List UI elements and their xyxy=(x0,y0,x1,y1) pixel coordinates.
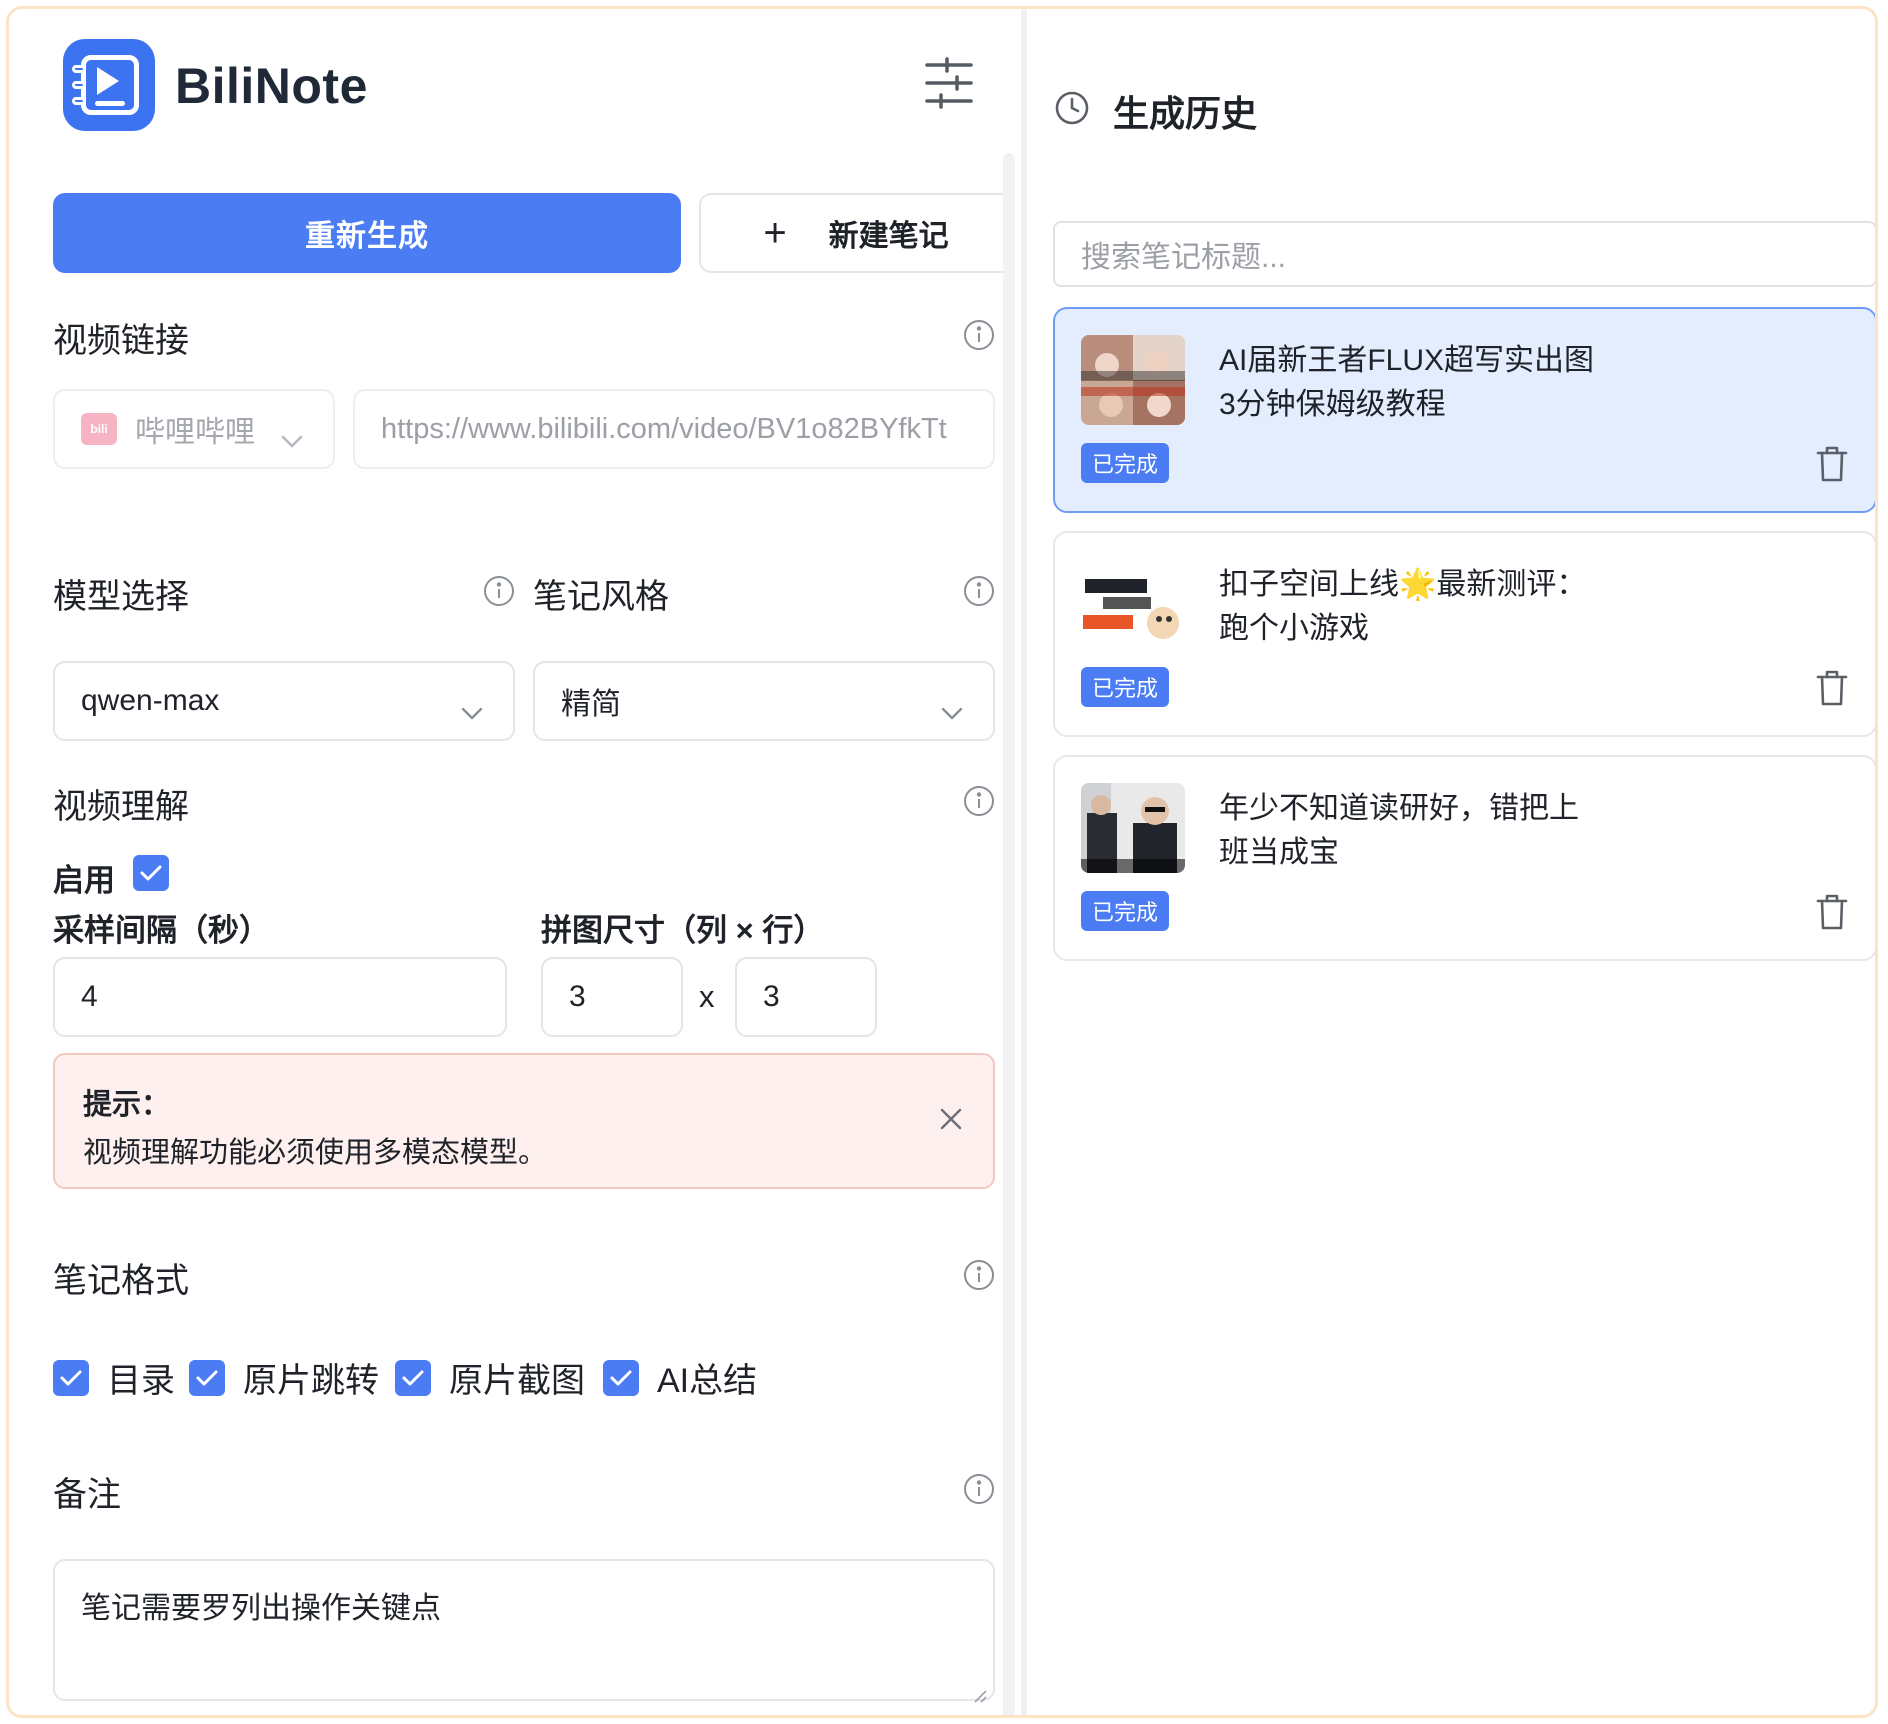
enable-label: 启用 xyxy=(53,863,115,898)
format-option-label: 原片截图 xyxy=(449,1362,585,1400)
interval-input[interactable]: 4 xyxy=(53,957,507,1037)
format-option-label: 目录 xyxy=(107,1362,175,1400)
history-search-input[interactable]: 搜索笔记标题... xyxy=(1053,221,1875,287)
multimodal-hint-alert: 提示： 视频理解功能必须使用多模态模型。 xyxy=(53,1053,995,1189)
grid-rows-input[interactable]: 3 xyxy=(735,957,877,1037)
chevron-down-icon xyxy=(281,423,303,448)
status-badge: 已完成 xyxy=(1081,667,1169,707)
info-icon[interactable] xyxy=(963,319,995,351)
remark-value: 笔记需要罗列出操作关键点 xyxy=(81,1592,441,1625)
clock-icon xyxy=(1053,89,1091,127)
history-card-title: AI届新王者FLUX超写实出图 3分钟保姆级教程 xyxy=(1219,344,1595,421)
note-style-title: 笔记风格 xyxy=(533,578,669,616)
info-icon[interactable] xyxy=(483,575,515,607)
alert-message: 视频理解功能必须使用多模态模型。 xyxy=(83,1137,548,1169)
video-link-title: 视频链接 xyxy=(53,322,189,360)
status-badge: 已完成 xyxy=(1081,891,1169,931)
history-card[interactable]: 年少不知道读研好，错把上 班当成宝 已完成 xyxy=(1053,755,1875,961)
interval-label: 采样间隔（秒） xyxy=(53,913,270,948)
regenerate-button[interactable]: 重新生成 xyxy=(53,193,681,273)
bilibili-icon: bili xyxy=(81,413,117,445)
history-panel: 生成历史 搜索笔记标题... AI届新王者FLUX超写实出图 3分钟保姆级教程 … xyxy=(1027,9,1875,1715)
video-url-input[interactable]: https://www.bilibili.com/video/BV1o82BYf… xyxy=(353,389,995,469)
note-form-panel: BiliNote 重新生成 + 新建笔记 视频链接 bili 哔哩哔哩 http… xyxy=(9,9,1021,1715)
model-value: qwen-max xyxy=(81,684,220,717)
history-title: 生成历史 xyxy=(1113,93,1258,134)
format-option-toc[interactable]: 目录 xyxy=(53,1353,175,1402)
chevron-down-icon xyxy=(941,695,963,720)
format-option-jump[interactable]: 原片跳转 xyxy=(189,1353,379,1402)
platform-select[interactable]: bili 哔哩哔哩 xyxy=(53,389,335,469)
video-thumbnail xyxy=(1081,335,1185,425)
new-note-label: 新建笔记 xyxy=(828,220,949,253)
format-option-label: 原片跳转 xyxy=(243,1362,379,1400)
scrollbar[interactable] xyxy=(1003,153,1015,1715)
chevron-down-icon xyxy=(461,695,483,720)
grid-size-label: 拼图尺寸（列 × 行） xyxy=(541,913,825,948)
history-card-title: 年少不知道读研好，错把上 班当成宝 xyxy=(1219,792,1579,869)
checkbox-checked-icon[interactable] xyxy=(53,1359,89,1396)
video-thumbnail xyxy=(1081,783,1185,873)
info-icon[interactable] xyxy=(963,1473,995,1505)
alert-title: 提示： xyxy=(83,1089,171,1121)
checkbox-checked-icon[interactable] xyxy=(603,1359,639,1396)
model-select-title: 模型选择 xyxy=(53,578,189,616)
history-card-title: 扣子空间上线🌟最新测评： 跑个小游戏 xyxy=(1219,568,1587,645)
note-format-title: 笔记格式 xyxy=(53,1262,189,1300)
brand-name: BiliNote xyxy=(175,58,368,114)
trash-icon[interactable] xyxy=(1815,445,1849,483)
new-note-button[interactable]: + 新建笔记 xyxy=(699,193,1013,273)
history-card[interactable]: AI届新王者FLUX超写实出图 3分钟保姆级教程 已完成 xyxy=(1053,307,1875,513)
checkbox-checked-icon[interactable] xyxy=(189,1359,225,1396)
format-option-screenshot[interactable]: 原片截图 xyxy=(395,1353,585,1402)
history-card[interactable]: 扣子空间上线🌟最新测评： 跑个小游戏 已完成 xyxy=(1053,531,1875,737)
remark-title: 备注 xyxy=(53,1476,121,1514)
close-icon[interactable] xyxy=(937,1105,965,1133)
platform-value: 哔哩哔哩 xyxy=(135,416,255,449)
model-select[interactable]: qwen-max xyxy=(53,661,515,741)
format-option-ai-summary[interactable]: AI总结 xyxy=(603,1353,757,1402)
grid-cols-input[interactable]: 3 xyxy=(541,957,683,1037)
video-thumbnail xyxy=(1081,559,1185,649)
settings-sliders-icon[interactable] xyxy=(921,55,977,111)
remark-textarea[interactable]: 笔记需要罗列出操作关键点 xyxy=(53,1559,995,1703)
bilinote-logo xyxy=(63,39,155,131)
status-badge: 已完成 xyxy=(1081,443,1169,483)
plus-icon: + xyxy=(763,210,787,255)
enable-checkbox[interactable] xyxy=(133,855,169,891)
info-icon[interactable] xyxy=(963,1259,995,1291)
resize-grip-icon[interactable] xyxy=(971,1677,987,1703)
checkbox-checked-icon[interactable] xyxy=(395,1359,431,1396)
trash-icon[interactable] xyxy=(1815,893,1849,931)
info-icon[interactable] xyxy=(963,785,995,817)
format-option-label: AI总结 xyxy=(657,1362,758,1400)
style-value: 精简 xyxy=(561,688,621,721)
app-window: BiliNote 重新生成 + 新建笔记 视频链接 bili 哔哩哔哩 http… xyxy=(6,6,1878,1718)
info-icon[interactable] xyxy=(963,575,995,607)
grid-x-separator: x xyxy=(699,979,715,1014)
video-understanding-title: 视频理解 xyxy=(53,788,189,826)
trash-icon[interactable] xyxy=(1815,669,1849,707)
note-style-select[interactable]: 精简 xyxy=(533,661,995,741)
